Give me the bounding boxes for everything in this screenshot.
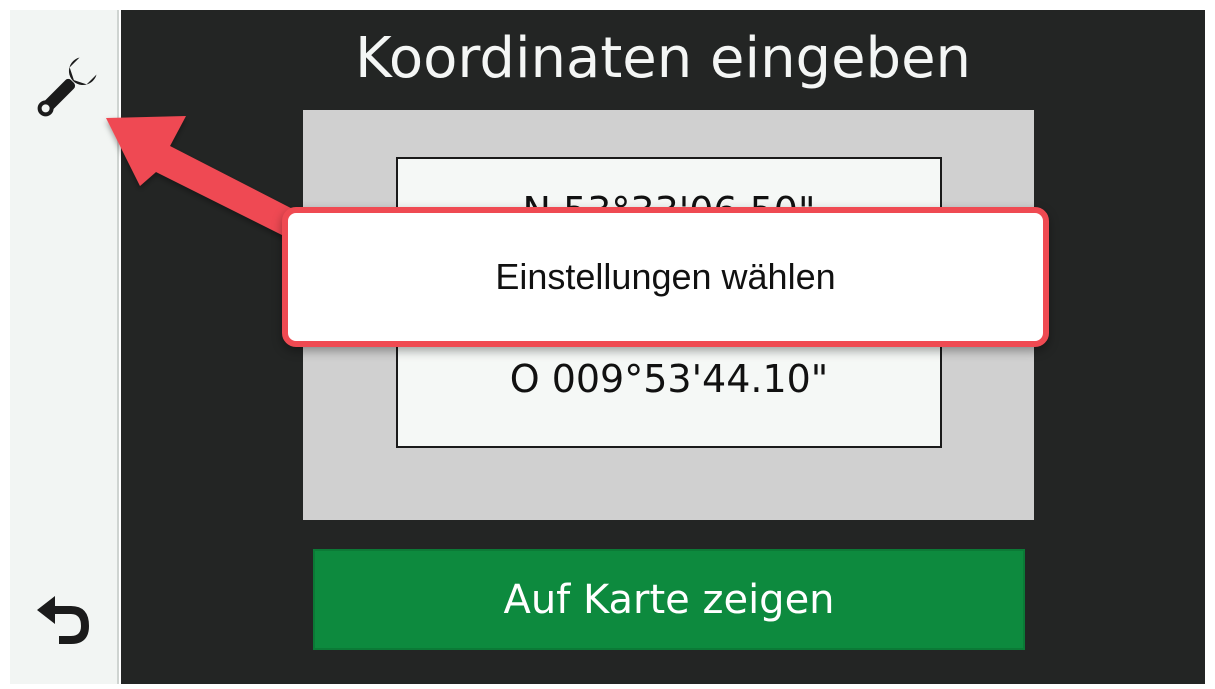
main-screen: Koordinaten eingeben N 53°33'06.50" O 00… xyxy=(121,10,1205,684)
show-on-map-button[interactable]: Auf Karte zeigen xyxy=(313,549,1025,650)
longitude-value: O 009°53'44.10" xyxy=(509,357,829,401)
annotation-callout: Einstellungen wählen xyxy=(282,207,1049,347)
page-title: Koordinaten eingeben xyxy=(354,26,972,91)
wrench-icon xyxy=(37,57,97,117)
screenshot-frame: Koordinaten eingeben N 53°33'06.50" O 00… xyxy=(0,0,1215,689)
settings-button[interactable] xyxy=(24,50,104,130)
back-arrow-icon xyxy=(37,596,89,644)
sidebar xyxy=(10,10,119,684)
back-button[interactable] xyxy=(24,575,104,655)
